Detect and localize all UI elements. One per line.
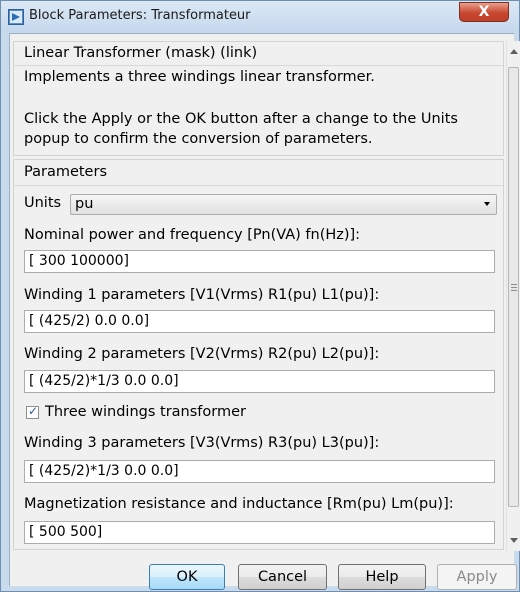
winding-3-field[interactable]: [ (425/2)*1/3 0.0 0.0] (24, 460, 495, 483)
parameters-divider (14, 185, 503, 186)
description-divider (14, 65, 503, 66)
apply-button[interactable]: Apply (437, 564, 517, 590)
vertical-scrollbar[interactable] (506, 41, 520, 551)
nominal-power-field[interactable]: [ 300 100000] (24, 250, 495, 273)
grip-line (511, 290, 517, 291)
checkmark-icon: ✓ (28, 404, 39, 418)
three-windings-checkbox[interactable]: ✓ (26, 404, 39, 419)
description-line-3: popup to confirm the conversion of param… (24, 131, 373, 147)
ok-button[interactable]: OK (149, 564, 225, 590)
description-header: Linear Transformer (mask) (link) (24, 45, 258, 61)
title-bar[interactable]: Block Parameters: Transformateur X (1, 1, 519, 33)
block-parameters-window: Block Parameters: Transformateur X Linea… (0, 0, 520, 592)
scroll-up-icon[interactable] (510, 49, 518, 54)
magnetization-label: Magnetization resistance and inductance … (24, 496, 454, 512)
window-title: Block Parameters: Transformateur (29, 8, 251, 23)
units-dropdown[interactable]: pu (70, 194, 497, 215)
winding-3-label: Winding 3 parameters [V3(Vrms) R3(pu) L3… (24, 435, 380, 451)
winding-1-label: Winding 1 parameters [V1(Vrms) R1(pu) L1… (24, 287, 380, 303)
scroll-down-icon[interactable] (510, 538, 518, 543)
scrollbar-thumb[interactable] (508, 67, 519, 507)
nominal-power-label: Nominal power and frequency [Pn(VA) fn(H… (24, 227, 361, 243)
chevron-down-icon (484, 202, 490, 206)
cancel-button[interactable]: Cancel (238, 564, 327, 590)
block-parameters-icon (8, 9, 24, 25)
units-label: Units (24, 195, 62, 211)
winding-2-field[interactable]: [ (425/2)*1/3 0.0 0.0] (24, 370, 495, 393)
close-icon: X (478, 4, 490, 20)
parameters-header: Parameters (24, 164, 107, 180)
description-line-1: Implements a three windings linear trans… (24, 69, 375, 85)
close-button[interactable]: X (459, 2, 509, 22)
grip-line (511, 284, 517, 285)
winding-1-field[interactable]: [ (425/2) 0.0 0.0] (24, 310, 495, 333)
three-windings-label: Three windings transformer (45, 404, 246, 420)
description-line-2: Click the Apply or the OK button after a… (24, 111, 458, 127)
grip-line (511, 287, 517, 288)
magnetization-field[interactable]: [ 500 500] (24, 521, 495, 544)
winding-2-label: Winding 2 parameters [V2(Vrms) R2(pu) L2… (24, 346, 380, 362)
units-selected-value: pu (75, 196, 94, 212)
help-button[interactable]: Help (338, 564, 426, 590)
